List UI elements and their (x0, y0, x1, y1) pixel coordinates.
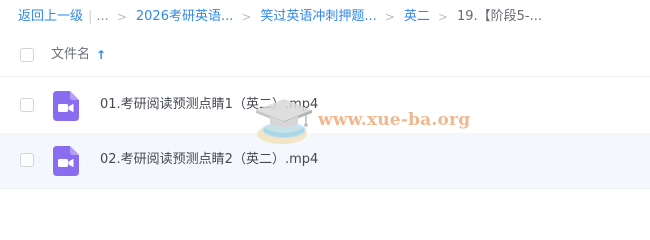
breadcrumb-item-xiaoguo[interactable]: 笑过英语冲刺押题... (260, 8, 376, 26)
column-header-label: 文件名 (51, 47, 91, 62)
back-link[interactable]: 返回上一级 (18, 8, 83, 26)
file-browser: 返回上一级 | ... > 2026考研英语... > 笑过英语冲刺押题... … (0, 0, 650, 228)
video-file-icon (53, 91, 79, 121)
video-file-icon (53, 146, 79, 176)
file-row[interactable]: 01.考研阅读预测点睛1（英二）.mp4 (0, 78, 650, 134)
chevron-right-icon: > (241, 10, 252, 24)
breadcrumb-item-2026[interactable]: 2026考研英语... (136, 8, 233, 26)
chevron-right-icon: > (384, 10, 395, 24)
column-header-filename[interactable]: 文件名 ↑ (51, 46, 106, 64)
file-list-header: 文件名 ↑ (0, 38, 650, 77)
chevron-right-icon: > (437, 10, 448, 24)
row-checkbox[interactable] (20, 98, 34, 112)
sort-ascending-icon[interactable]: ↑ (96, 46, 106, 64)
file-name[interactable]: 01.考研阅读预测点睛1（英二）.mp4 (100, 96, 318, 114)
file-name[interactable]: 02.考研阅读预测点睛2（英二）.mp4 (100, 151, 318, 169)
select-all-checkbox[interactable] (20, 48, 34, 62)
row-checkbox[interactable] (20, 153, 34, 167)
file-row[interactable]: 02.考研阅读预测点睛2（英二）.mp4 (0, 133, 650, 189)
breadcrumb-ellipsis[interactable]: ... (96, 8, 108, 26)
breadcrumb-item-ying-er[interactable]: 英二 (404, 8, 430, 26)
breadcrumb-current: 19.【阶段5-... (456, 9, 543, 24)
chevron-right-icon: > (116, 10, 127, 24)
breadcrumb-divider: | (88, 9, 93, 24)
breadcrumb: 返回上一级 | ... > 2026考研英语... > 笑过英语冲刺押题... … (18, 8, 650, 26)
